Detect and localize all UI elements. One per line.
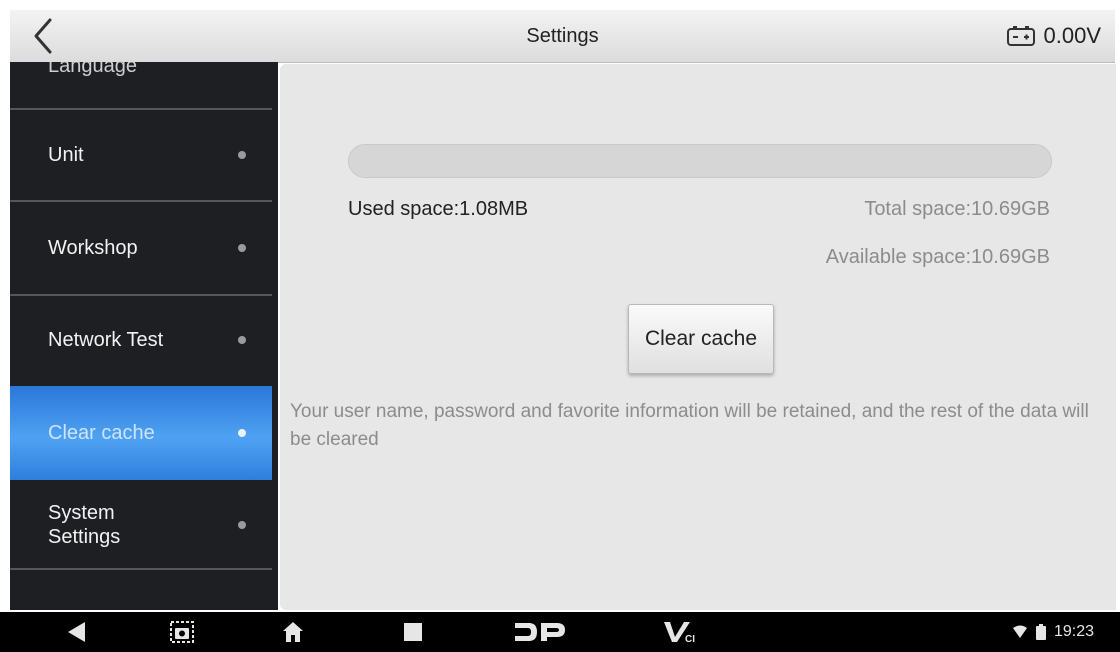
home-icon xyxy=(283,622,303,642)
sidebar-item-label: Clear cache xyxy=(48,422,155,444)
nav-dp-app-button[interactable] xyxy=(510,612,570,652)
sidebar-item-language[interactable]: Language xyxy=(10,62,272,108)
clear-cache-button[interactable]: Clear cache xyxy=(628,304,774,374)
sidebar: Language Unit Workshop Network Test Clea… xyxy=(10,62,278,610)
sidebar-item-label: Network Test xyxy=(48,329,164,351)
screenshot-icon xyxy=(170,621,194,643)
clear-cache-note: Your user name, password and favorite in… xyxy=(290,401,1089,450)
nav-back-button[interactable] xyxy=(56,612,96,652)
title-bar: Settings 0.00V xyxy=(10,10,1115,63)
bullet-icon xyxy=(238,336,246,344)
svg-text:CI: CI xyxy=(685,634,695,645)
back-button[interactable] xyxy=(18,12,68,60)
status-area: 19:23 xyxy=(1012,612,1094,652)
battery-status-icon xyxy=(1035,624,1046,640)
used-space-label: Used space:1.08MB xyxy=(348,198,529,220)
sidebar-item-unit[interactable]: Unit xyxy=(10,110,272,200)
storage-progress-bar xyxy=(348,144,1052,178)
battery-icon xyxy=(1006,26,1035,46)
bullet-icon xyxy=(238,521,246,529)
triangle-back-icon xyxy=(68,622,85,642)
nav-screenshot-button[interactable] xyxy=(160,612,204,652)
sidebar-item-label: System Settings xyxy=(48,502,121,548)
device-screen: Settings 0.00V Language Unit Workshop Ne… xyxy=(0,0,1120,652)
vci-logo-icon: CI xyxy=(664,622,695,645)
sidebar-item-clear-cache[interactable]: Clear cache xyxy=(10,386,272,480)
wifi-icon xyxy=(1012,625,1027,638)
nav-vci-button[interactable]: CI xyxy=(660,612,702,652)
sidebar-item-network-test[interactable]: Network Test xyxy=(10,296,272,384)
sidebar-item-label: Language xyxy=(48,62,137,77)
recents-square-icon xyxy=(404,623,422,641)
sidebar-item-system-settings[interactable]: System Settings xyxy=(10,482,272,568)
clear-cache-panel: Used space:1.08MB Total space:10.69GB Av… xyxy=(280,64,1116,610)
bullet-icon xyxy=(238,151,246,159)
clock-time: 19:23 xyxy=(1053,623,1094,640)
dp-logo-icon xyxy=(515,623,565,641)
sidebar-item-workshop[interactable]: Workshop xyxy=(10,202,272,294)
total-space-label: Total space:10.69GB xyxy=(864,198,1050,220)
voltage-value: 0.00V xyxy=(1043,23,1102,48)
sidebar-item-label: Unit xyxy=(48,144,84,166)
sidebar-item-label: Workshop xyxy=(48,237,138,259)
system-nav-bar: CI 19:23 xyxy=(0,612,1120,652)
page-title: Settings xyxy=(526,25,599,47)
nav-recents-button[interactable] xyxy=(398,612,428,652)
chevron-left-icon xyxy=(34,18,52,54)
bullet-icon xyxy=(238,429,246,437)
available-space-label: Available space:10.69GB xyxy=(825,246,1050,268)
sidebar-divider xyxy=(10,568,272,570)
nav-home-button[interactable] xyxy=(276,612,310,652)
bullet-icon xyxy=(238,244,246,252)
voltage-indicator: 0.00V xyxy=(1006,10,1102,62)
